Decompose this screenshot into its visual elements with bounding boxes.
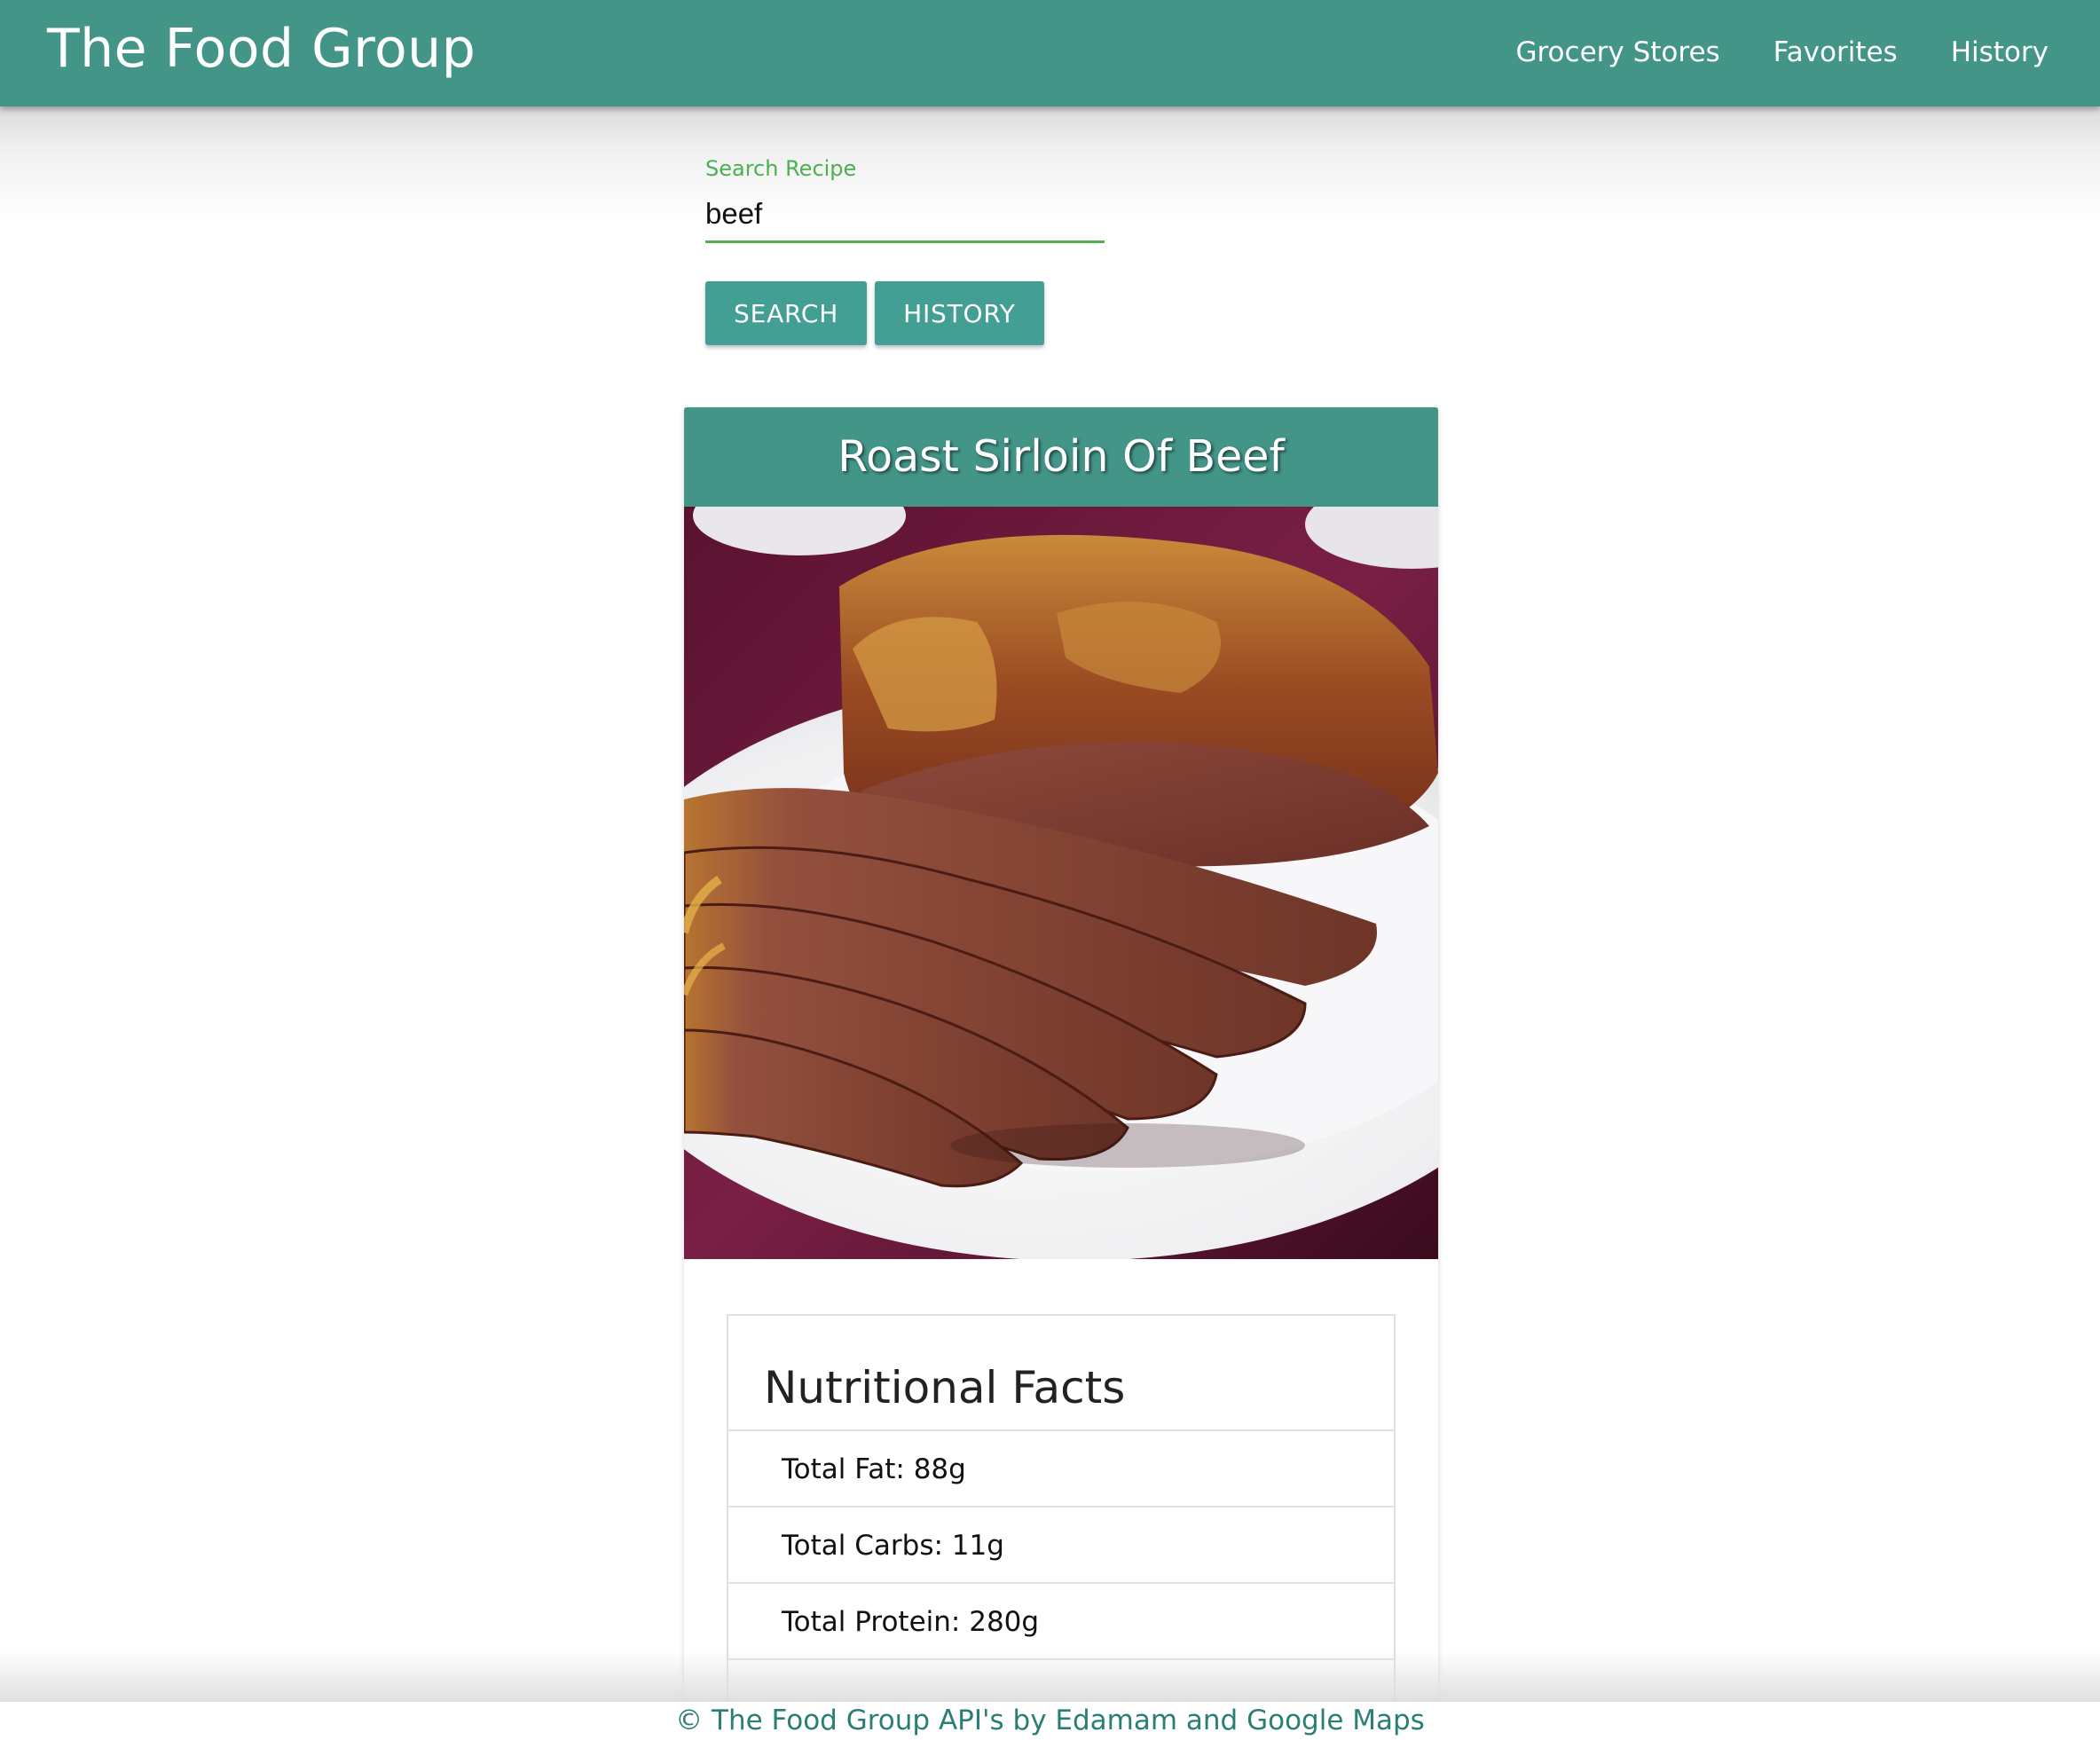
nutrition-item-fat: Total Fat: 88g [728,1431,1394,1508]
nutrition-item-protein: Total Protein: 280g [728,1584,1394,1660]
recipe-image[interactable] [684,507,1438,1259]
footer-shadow [0,1650,2100,1704]
search-button[interactable]: SEARCH [705,281,868,345]
recipe-title: Roast Sirloin Of Beef [684,407,1438,507]
nav-link-history[interactable]: History [1951,36,2049,70]
footer-provider-link[interactable]: Edamam and Google Maps [1055,1705,1424,1736]
navbar: The Food Group Grocery Stores Favorites … [0,0,2100,106]
brand-logo[interactable]: The Food Group [47,0,476,98]
footer-brand-link[interactable]: The Food Group [712,1705,930,1736]
footer: © The Food Group API's by Edamam and Goo… [0,1702,2100,1740]
nav-link-favorites[interactable]: Favorites [1774,36,1898,70]
footer-copyright: © [675,1705,712,1736]
nutrition-item-carbs: Total Carbs: 11g [728,1508,1394,1584]
history-button[interactable]: HISTORY [875,281,1044,345]
footer-text: API's by [930,1705,1056,1736]
search-label: Search Recipe [705,156,857,181]
page: The Food Group Grocery Stores Favorites … [0,0,2100,1740]
nav-link-grocery-stores[interactable]: Grocery Stores [1515,36,1719,70]
search-input[interactable] [705,186,1105,243]
search-area: Search Recipe [705,151,1105,243]
nav-links: Grocery Stores Favorites History [1462,0,2049,106]
nutrition-heading: Nutritional Facts [728,1316,1394,1431]
search-buttons: SEARCH HISTORY [705,281,1052,345]
recipe-card: Roast Sirloin Of Beef Nutritional Facts … [684,407,1438,1738]
